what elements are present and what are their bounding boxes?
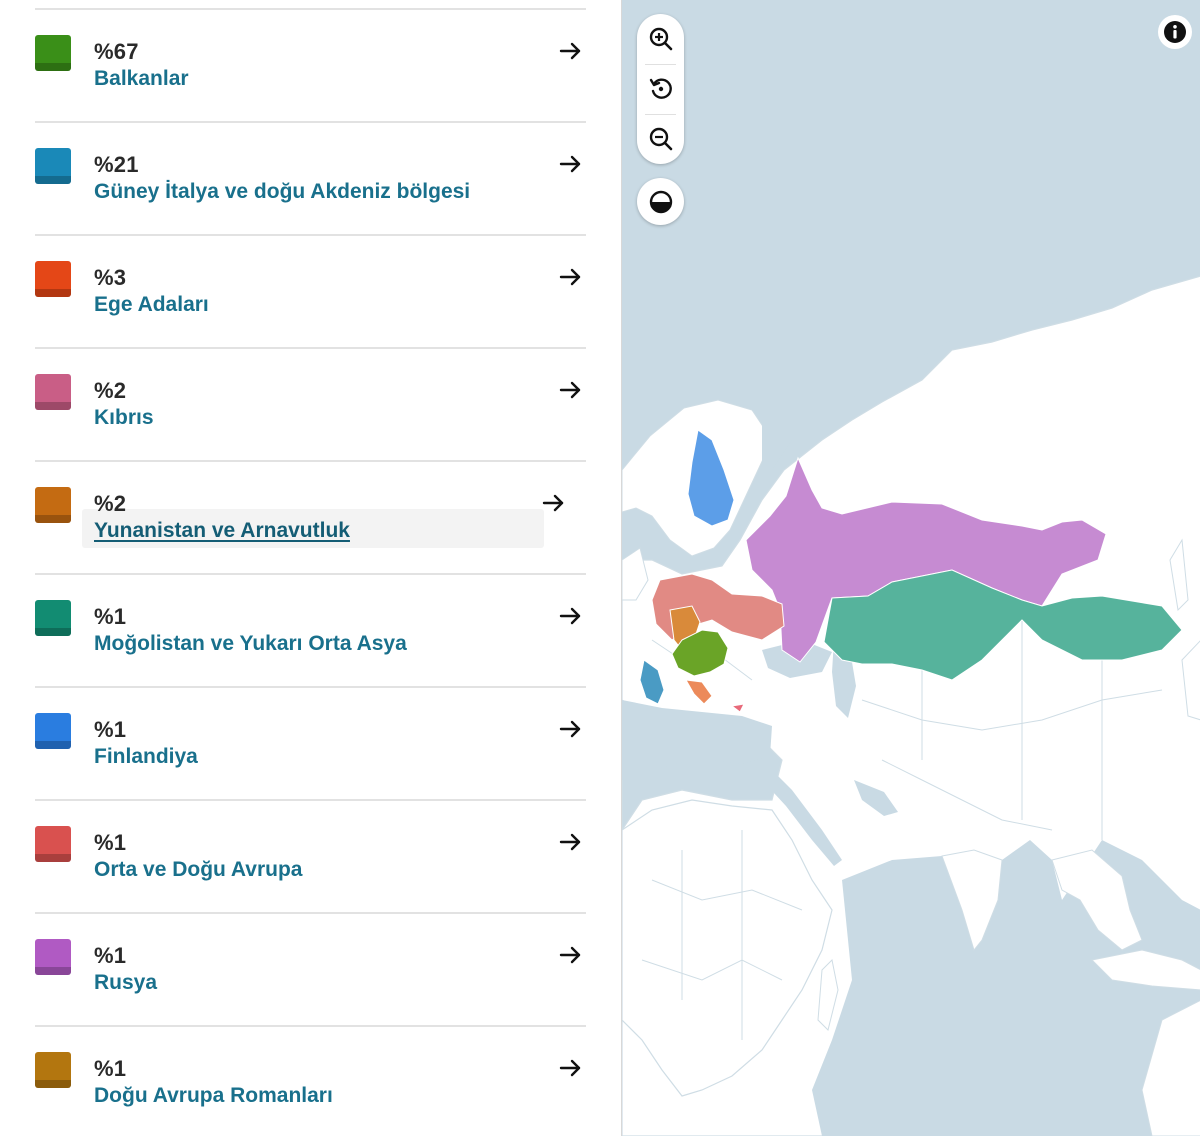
region-color-swatch [35,939,71,975]
zoom-controls [637,14,684,164]
region-color-swatch [35,600,71,636]
region-list-item[interactable]: %2 Yunanistan ve Arnavutluk [35,462,586,573]
region-color-swatch [35,826,71,862]
region-name-link[interactable]: Finlandiya [94,745,198,769]
region-color-swatch [35,35,71,71]
zoom-out-icon [649,127,672,151]
region-name-link[interactable]: Rusya [94,971,157,995]
region-percentage: %1 [94,943,127,968]
swatch-shade [35,967,71,975]
region-name-link[interactable]: Güney İtalya ve doğu Akdeniz bölgesi [94,180,470,204]
region-name-link[interactable]: Orta ve Doğu Avrupa [94,858,302,882]
region-percentage: %1 [94,830,127,855]
swatch-shade [35,628,71,636]
region-color-swatch [35,261,71,297]
swatch-shade [35,515,71,523]
region-percentage: %1 [94,604,127,629]
region-color-swatch [35,374,71,410]
region-list-item[interactable]: %1 Moğolistan ve Yukarı Orta Asya [35,575,586,686]
region-list-item[interactable]: %1 Orta ve Doğu Avrupa [35,801,586,912]
arrow-right-icon[interactable] [558,1055,584,1081]
region-list-item[interactable]: %1 Finlandiya [35,688,586,799]
region-color-swatch [35,148,71,184]
swatch-shade [35,289,71,297]
region-color-swatch [35,487,71,523]
swatch-shade [35,176,71,184]
contrast-icon [649,190,672,213]
swatch-shade [35,402,71,410]
region-list-item[interactable]: %3 Ege Adaları [35,236,586,347]
arrow-right-icon[interactable] [558,377,584,403]
region-percentage: %1 [94,717,127,742]
arrow-right-icon[interactable] [558,603,584,629]
ancestry-region-panel: %67 Balkanlar %21 Güney İtalya ve doğu Akde… [0,0,620,1136]
arrow-right-icon[interactable] [558,716,584,742]
region-percentage: %21 [94,152,139,177]
zoom-in-button[interactable] [637,14,684,64]
swatch-shade [35,1080,71,1088]
sea-arabian [812,840,1200,1136]
arrow-right-icon[interactable] [558,38,584,64]
region-percentage: %1 [94,1056,127,1081]
region-color-swatch [35,1052,71,1088]
map-view[interactable] [621,0,1200,1136]
arrow-right-icon[interactable] [558,829,584,855]
region-list-item[interactable]: %1 Doğu Avrupa Romanları [35,1027,586,1136]
region-percentage: %2 [94,491,127,516]
region-name-link[interactable]: Moğolistan ve Yukarı Orta Asya [94,632,407,656]
zoom-in-icon [649,27,672,51]
world-map[interactable] [622,0,1200,1136]
info-button[interactable] [1158,15,1192,49]
region-name-link[interactable]: Yunanistan ve Arnavutluk [94,519,350,543]
region-name-link[interactable]: Doğu Avrupa Romanları [94,1084,333,1108]
arrow-right-icon[interactable] [541,490,567,516]
reset-view-button[interactable] [637,64,684,114]
region-percentage: %67 [94,39,139,64]
region-name-link[interactable]: Ege Adaları [94,293,209,317]
reset-view-icon [649,78,672,99]
contrast-toggle-button[interactable] [637,178,684,225]
arrow-right-icon[interactable] [558,151,584,177]
region-percentage: %2 [94,378,127,403]
swatch-shade [35,741,71,749]
region-percentage: %3 [94,265,127,290]
region-list-item[interactable]: %2 Kıbrıs [35,349,586,460]
info-icon [1164,21,1186,43]
region-list-item[interactable]: %1 Rusya [35,914,586,1025]
region-list-item[interactable]: %21 Güney İtalya ve doğu Akdeniz bölgesi [35,123,586,234]
region-list: %67 Balkanlar %21 Güney İtalya ve doğu Akde… [35,8,586,1136]
arrow-right-icon[interactable] [558,942,584,968]
swatch-shade [35,63,71,71]
region-name-link[interactable]: Kıbrıs [94,406,154,430]
region-list-item[interactable]: %67 Balkanlar [35,10,586,121]
swatch-shade [35,854,71,862]
region-color-swatch [35,713,71,749]
arrow-right-icon[interactable] [558,264,584,290]
region-name-link[interactable]: Balkanlar [94,67,189,91]
zoom-out-button[interactable] [637,114,684,164]
